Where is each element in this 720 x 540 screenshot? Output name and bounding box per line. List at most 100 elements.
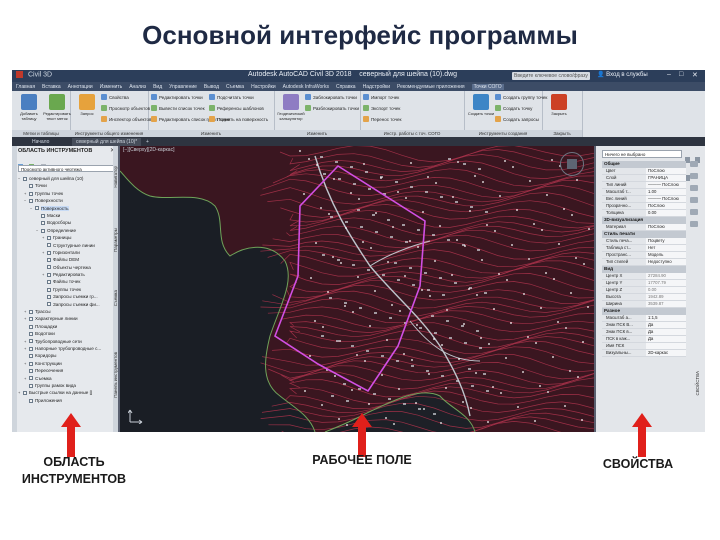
tree-node[interactable]: + Съемка <box>18 375 112 382</box>
ribbon-large-button-label[interactable]: Закрыть <box>545 111 573 116</box>
tree-node[interactable]: Точки <box>18 182 112 189</box>
ribbon-tab[interactable]: Autodesk InfraWorks <box>283 84 329 90</box>
property-row[interactable]: Знак ПСК В... Да <box>602 321 686 329</box>
ribbon-small-button[interactable]: Заблокировать точки <box>305 94 357 100</box>
ribbon-tab[interactable]: Рекомендуемые приложения <box>397 84 465 90</box>
property-row[interactable]: Материал ПоСлою <box>602 223 686 231</box>
property-row[interactable]: Тип стилей Недоступно <box>602 258 686 266</box>
toolspace-side-tab[interactable]: Съемка <box>113 290 118 306</box>
ribbon-large-button-label[interactable]: Геодезический калькулятор <box>277 111 305 121</box>
viewcube-icon[interactable] <box>560 152 584 176</box>
ribbon-large-icon[interactable] <box>21 94 37 110</box>
ribbon-small-button[interactable]: Экспорт точек <box>363 105 400 111</box>
tree-node[interactable]: + Трубопроводные сети <box>18 338 112 345</box>
property-row[interactable]: Ширина 3539.87 <box>602 300 686 308</box>
tree-node[interactable]: Водотоки <box>18 330 112 337</box>
props-side-icon[interactable] <box>690 209 698 215</box>
document-tab[interactable]: + <box>142 138 153 146</box>
tree-node[interactable]: + Напорные трубопроводные с... <box>18 345 112 352</box>
property-row[interactable]: Толщина 0.00 <box>602 210 686 218</box>
tree-node[interactable]: + Конструкции <box>18 360 112 367</box>
ribbon-large-button-label[interactable]: Запрос <box>73 111 101 116</box>
close-button[interactable]: ✕ <box>692 71 698 79</box>
tree-node[interactable]: + Горизонтали <box>18 249 112 256</box>
property-row[interactable]: Масштаб а... 1:1,5 <box>602 314 686 322</box>
ribbon-large-icon[interactable] <box>551 94 567 110</box>
properties-section-header[interactable]: Вид <box>602 265 686 273</box>
sign-in-button[interactable]: 👤 Вход в службы <box>597 71 648 78</box>
viewport-controls[interactable]: [−][Сверху][2D-каркас] <box>123 147 174 153</box>
property-row[interactable]: Слой ГРАНИЦА <box>602 174 686 182</box>
properties-section-header[interactable]: Общие <box>602 161 686 168</box>
tree-node[interactable]: Коридоры <box>18 352 112 359</box>
property-row[interactable]: Цвет ПоСлою <box>602 167 686 175</box>
ribbon-tab[interactable]: Главная <box>16 84 35 90</box>
ribbon-large-button-label[interactable]: Добавить таблицу <box>15 111 43 121</box>
tree-node[interactable]: − северный для шейпа (10) <box>18 175 112 182</box>
property-row[interactable]: Центр Y 17707.79 <box>602 279 686 287</box>
ribbon-small-button[interactable]: Вывести список точек <box>151 105 205 111</box>
ribbon-tab[interactable]: Точки СОГО <box>471 83 504 90</box>
toolspace-side-tab[interactable]: Навигатор <box>113 166 118 188</box>
tree-node[interactable]: + Редактировать <box>18 271 112 278</box>
property-row[interactable]: Центр X 27284.90 <box>602 272 686 280</box>
tree-node[interactable]: Структурные линии <box>18 242 112 249</box>
tree-node[interactable]: + Быстрые ссылки на данные [] <box>18 389 112 396</box>
ribbon-small-button[interactable]: Подсчитать точки <box>209 94 254 100</box>
ribbon-large-icon[interactable] <box>473 94 489 110</box>
tree-node[interactable]: + Группы точек <box>18 190 112 197</box>
tree-node[interactable]: Маски <box>18 212 112 219</box>
ribbon-tab[interactable]: Съемка <box>226 84 244 90</box>
tree-node[interactable]: Пересечения <box>18 367 112 374</box>
tree-node[interactable]: + Трассы <box>18 308 112 315</box>
ribbon-large-icon[interactable] <box>283 94 299 110</box>
maximize-button[interactable]: □ <box>679 71 683 78</box>
ribbon-tab[interactable]: Настройки <box>251 84 276 90</box>
property-row[interactable]: Тип линий ——— ПоСлою <box>602 181 686 189</box>
ribbon-large-button-label[interactable]: Редактировать текст меток <box>43 111 71 121</box>
ribbon-tab[interactable]: Анализ <box>129 84 146 90</box>
ribbon-small-button[interactable]: Свойства <box>101 94 129 100</box>
tree-node[interactable]: + Границы <box>18 234 112 241</box>
tree-node[interactable]: Запросы съемки гр... <box>18 293 112 300</box>
tree-node[interactable]: Приложения <box>18 397 112 404</box>
properties-section-header[interactable]: Разное <box>602 307 686 315</box>
props-side-icon[interactable] <box>690 197 698 203</box>
toolspace-view-select[interactable]: Просмотр активного чертежа <box>18 165 114 172</box>
property-row[interactable]: Вес линий ——— ПоСлою <box>602 195 686 204</box>
tree-node[interactable]: Площадки <box>18 323 112 330</box>
property-row[interactable]: Стиль печа... Поцвету <box>602 237 686 245</box>
property-row[interactable]: Прозрачно... ПоСлою <box>602 203 686 211</box>
minimize-button[interactable]: – <box>667 71 671 78</box>
ribbon-small-button[interactable]: Импорт точек <box>363 94 399 100</box>
ribbon-tab[interactable]: Вывод <box>204 84 219 90</box>
property-row[interactable]: Имя ПСК <box>602 342 686 351</box>
drawing-canvas[interactable]: [−][Сверху][2D-каркас] <box>120 146 594 432</box>
search-input[interactable]: Введите ключевое слово/фразу <box>512 72 590 80</box>
tree-node[interactable]: + Характерные линии <box>18 315 112 322</box>
tree-node[interactable]: − Поверхности <box>18 197 112 204</box>
ribbon-tab[interactable]: Изменить <box>100 84 123 90</box>
document-tab[interactable]: северный для шейпа (10)* <box>72 138 142 146</box>
tree-node[interactable]: Группы точек <box>18 286 112 293</box>
document-tab[interactable]: Начало <box>28 138 53 146</box>
app-menu-icon[interactable] <box>16 71 23 78</box>
props-side-icon[interactable] <box>690 221 698 227</box>
ribbon-small-button[interactable]: Разблокировать точки <box>305 105 359 111</box>
property-row[interactable]: Пространс... Модель <box>602 251 686 259</box>
toolspace-side-tab[interactable]: Панель инструментов <box>113 352 118 398</box>
selection-select[interactable]: Ничего не выбрано <box>602 150 682 158</box>
property-row[interactable]: ПСК в каж... Да <box>602 335 686 343</box>
ribbon-small-button[interactable]: Редактировать точки <box>151 94 203 100</box>
properties-section-header[interactable]: 3D-визуализация <box>602 217 686 224</box>
tree-node[interactable]: − Определение <box>18 227 112 234</box>
tree-node[interactable]: Файлы точек <box>18 278 112 285</box>
tree-node[interactable]: Файлы DEM <box>18 256 112 263</box>
tree-node[interactable]: − Поверхность <box>18 205 112 212</box>
tree-node[interactable]: Группы рамок вида <box>18 382 112 389</box>
ribbon-large-icon[interactable] <box>79 94 95 110</box>
property-row[interactable]: Центр Z 0.00 <box>602 286 686 294</box>
ribbon-tab[interactable]: Вставка <box>42 84 61 90</box>
ribbon-small-button[interactable]: Просмотр объектов <box>101 105 150 111</box>
props-side-icon[interactable] <box>690 161 698 167</box>
